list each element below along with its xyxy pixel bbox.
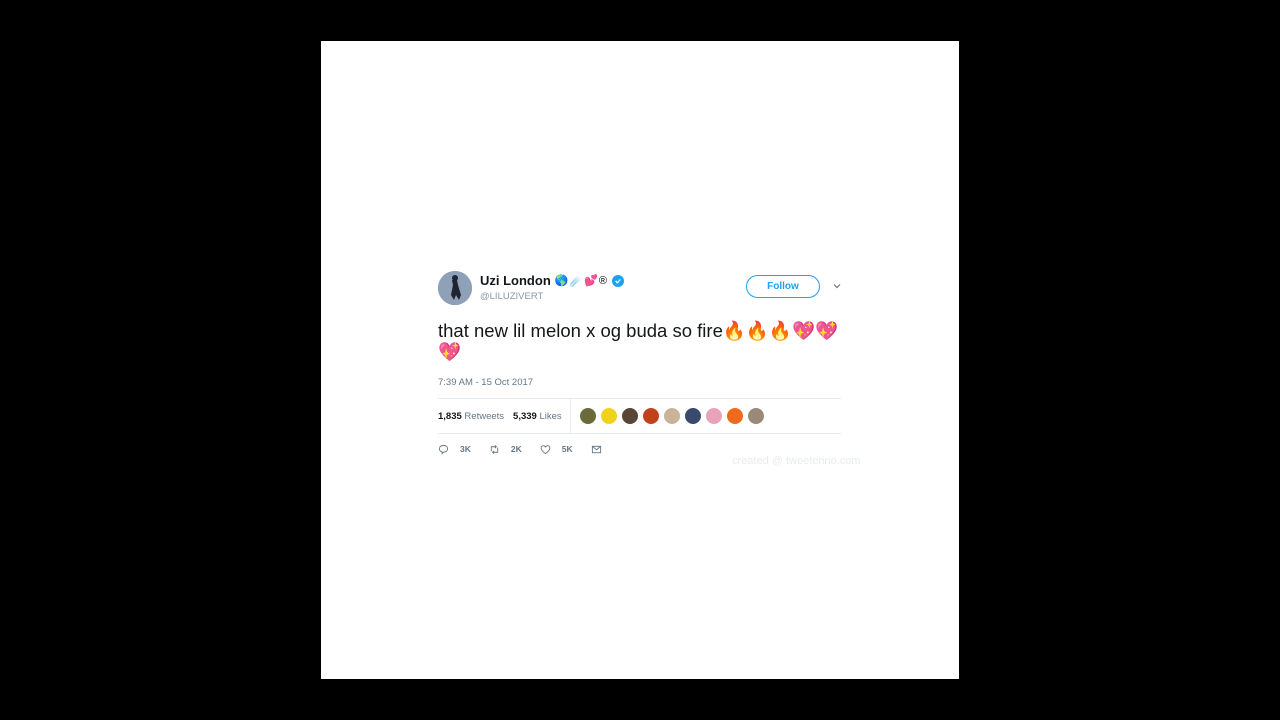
verified-badge-icon: [611, 274, 624, 287]
tweet-card: Uzi London 🌎☄️💕® @LILUZIVERT Follow that…: [438, 271, 843, 456]
reply-action[interactable]: 3K: [438, 444, 471, 455]
name-emojis: 🌎☄️💕®: [554, 275, 608, 287]
liker-avatar[interactable]: [704, 407, 723, 425]
like-action[interactable]: 5K: [540, 444, 573, 455]
heart-icon: [540, 444, 551, 454]
reply-count: 3K: [460, 444, 471, 454]
tweet-text: that new lil melon x og buda so fire🔥🔥🔥💖…: [438, 320, 839, 362]
liker-avatar[interactable]: [578, 407, 597, 425]
tweet-image-canvas: Uzi London 🌎☄️💕® @LILUZIVERT Follow that…: [321, 41, 959, 679]
liker-avatar[interactable]: [662, 407, 681, 425]
liker-avatar[interactable]: [683, 407, 702, 425]
tweet-timestamp[interactable]: 7:39 AM - 15 Oct 2017: [438, 377, 843, 388]
name-row: Uzi London 🌎☄️💕®: [480, 273, 624, 288]
envelope-icon: [591, 445, 601, 453]
tweet-stats: 1,835 Retweets 5,339 Likes: [438, 398, 841, 434]
likes-label: Likes: [539, 410, 562, 422]
retweet-count: 2K: [510, 444, 522, 454]
retweets-count: 1,835: [438, 410, 462, 422]
likes-stat[interactable]: 5,339 Likes: [513, 411, 562, 422]
avatar[interactable]: [438, 271, 472, 305]
tweet-actions: 3K 2K 5K: [438, 442, 843, 456]
user-handle[interactable]: @LILUZIVERT: [480, 291, 624, 302]
watermark: created @ tweeterino.com: [732, 455, 861, 467]
chevron-down-icon[interactable]: [832, 281, 842, 291]
liker-avatar[interactable]: [620, 407, 639, 425]
message-action[interactable]: [591, 444, 602, 455]
retweet-action[interactable]: 2K: [489, 444, 522, 455]
liker-avatar[interactable]: [725, 407, 744, 425]
retweets-label: Retweets: [464, 410, 505, 422]
retweet-icon: [490, 444, 499, 454]
name-block: Uzi London 🌎☄️💕® @LILUZIVERT: [480, 273, 624, 302]
liker-avatar[interactable]: [746, 407, 765, 425]
display-name[interactable]: Uzi London: [480, 273, 551, 288]
reply-icon: [438, 444, 449, 455]
liker-avatar[interactable]: [599, 407, 618, 425]
likes-count: 5,339: [513, 410, 537, 422]
like-count: 5K: [561, 444, 573, 454]
tweet-header: Uzi London 🌎☄️💕® @LILUZIVERT Follow: [438, 271, 843, 309]
liker-avatars: [578, 407, 765, 425]
follow-button[interactable]: Follow: [746, 275, 820, 298]
stats-divider: [569, 399, 571, 433]
retweets-stat[interactable]: 1,835 Retweets: [438, 411, 504, 422]
liker-avatar[interactable]: [641, 407, 660, 425]
